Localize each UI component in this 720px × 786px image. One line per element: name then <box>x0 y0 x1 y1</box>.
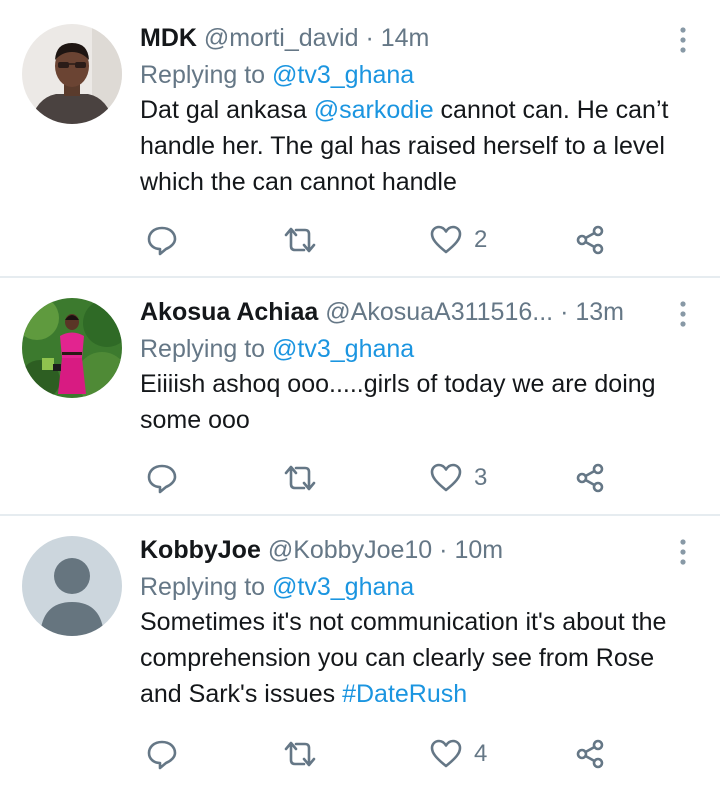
more-vertical-icon <box>680 301 686 327</box>
replying-to-handle[interactable]: @tv3_ghana <box>272 573 414 601</box>
user-handle[interactable]: @AkosuaA311516... <box>325 298 553 326</box>
separator-dot: · <box>439 536 448 564</box>
replying-to-label: Replying to <box>140 61 273 89</box>
tweet-text: Dat gal ankasa @sarkodie cannot can. He … <box>140 92 685 200</box>
tweet-actions: 2 <box>140 222 640 258</box>
replying-to: Replying to @tv3_ghana <box>140 58 685 92</box>
tweet-header: Akosua Achiaa @AkosuaA311516... · 13m <box>140 296 685 328</box>
like-button[interactable]: 3 <box>430 460 487 496</box>
display-name[interactable]: KobbyJoe <box>140 536 261 564</box>
reply-button[interactable] <box>146 736 178 772</box>
display-name[interactable]: MDK <box>140 24 197 52</box>
tweet-text: Sometimes it's not communication it's ab… <box>140 604 685 712</box>
like-count: 4 <box>474 740 488 767</box>
tweet[interactable]: Akosua Achiaa @AkosuaA311516... · 13m Re… <box>0 278 720 514</box>
more-options-button[interactable] <box>676 538 690 566</box>
share-button[interactable] <box>574 222 606 258</box>
heart-icon <box>430 463 462 492</box>
like-count: 2 <box>474 226 488 253</box>
separator-dot: · <box>365 24 374 52</box>
user-handle[interactable]: @KobbyJoe10 <box>268 536 432 564</box>
replying-to: Replying to @tv3_ghana <box>140 332 685 366</box>
replying-to-label: Replying to <box>140 335 273 363</box>
replying-to-label: Replying to <box>140 573 273 601</box>
reply-icon <box>147 740 177 770</box>
retweet-icon <box>284 465 316 491</box>
tweet-header: KobbyJoe @KobbyJoe10 · 10m <box>140 534 685 566</box>
hashtag-link[interactable]: #DateRush <box>342 680 467 708</box>
more-vertical-icon <box>680 27 686 53</box>
tweet[interactable]: KobbyJoe @KobbyJoe10 · 10m Replying to @… <box>0 516 720 786</box>
share-icon <box>576 225 604 255</box>
like-button[interactable]: 2 <box>430 222 487 258</box>
retweet-icon <box>284 227 316 253</box>
tweet[interactable]: MDK @morti_david · 14m Replying to @tv3_… <box>0 0 720 276</box>
avatar[interactable] <box>22 24 122 124</box>
timestamp[interactable]: 13m <box>575 298 624 326</box>
avatar[interactable] <box>22 536 122 636</box>
like-count: 3 <box>474 464 488 491</box>
timestamp[interactable]: 10m <box>454 536 503 564</box>
avatar[interactable] <box>22 298 122 398</box>
retweet-icon <box>284 741 316 767</box>
replying-to-handle[interactable]: @tv3_ghana <box>272 335 414 363</box>
tweet-text-part: Dat gal ankasa <box>140 96 314 124</box>
reply-icon <box>147 226 177 256</box>
reply-button[interactable] <box>146 460 178 496</box>
tweet-text: Eiiiish ashoq ooo.....girls of today we … <box>140 370 656 434</box>
more-vertical-icon <box>680 539 686 565</box>
retweet-button[interactable] <box>282 736 318 772</box>
replying-to: Replying to @tv3_ghana <box>140 570 685 604</box>
heart-icon <box>430 225 462 254</box>
replying-to-handle[interactable]: @tv3_ghana <box>272 61 414 89</box>
reply-button[interactable] <box>146 222 178 258</box>
more-options-button[interactable] <box>676 300 690 328</box>
tweet-header: MDK @morti_david · 14m <box>140 22 685 54</box>
share-icon <box>576 463 604 493</box>
retweet-button[interactable] <box>282 460 318 496</box>
user-handle[interactable]: @morti_david <box>204 24 359 52</box>
retweet-button[interactable] <box>282 222 318 258</box>
heart-icon <box>430 739 462 768</box>
share-button[interactable] <box>574 460 606 496</box>
share-button[interactable] <box>574 736 606 772</box>
reply-feed: MDK @morti_david · 14m Replying to @tv3_… <box>0 0 720 786</box>
more-options-button[interactable] <box>676 26 690 54</box>
mention-link[interactable]: @sarkodie <box>314 96 434 124</box>
display-name[interactable]: Akosua Achiaa <box>140 298 318 326</box>
reply-icon <box>147 464 177 494</box>
separator-dot: · <box>560 298 569 326</box>
tweet-actions: 3 <box>140 460 640 496</box>
share-icon <box>576 739 604 769</box>
like-button[interactable]: 4 <box>430 736 487 772</box>
timestamp[interactable]: 14m <box>381 24 430 52</box>
tweet-actions: 4 <box>140 736 640 772</box>
